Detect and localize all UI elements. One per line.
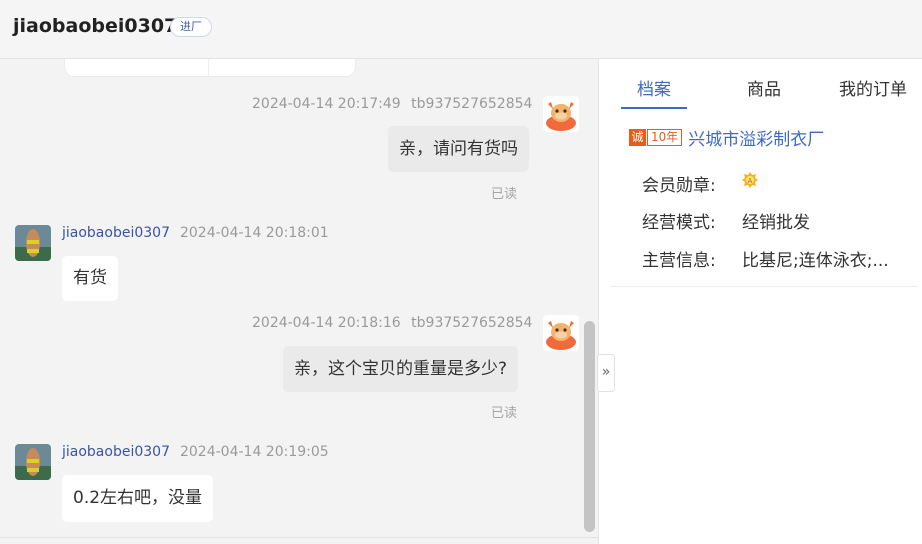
seller-avatar[interactable] — [543, 96, 579, 132]
active-tab-indicator — [621, 107, 687, 109]
message-bubble[interactable]: 有货 — [62, 256, 118, 301]
message-time: 2024-04-14 20:18:01 — [179, 225, 329, 241]
message-meta: 2024-04-14 20:18:16 tb937527652854 — [252, 315, 532, 331]
cow-avatar-icon — [543, 96, 579, 132]
message-bubble[interactable]: 亲，这个宝贝的重量是多少? — [283, 346, 519, 392]
shop-name-link[interactable]: 兴城市溢彩制衣厂 — [688, 130, 824, 150]
message-bubble[interactable]: 亲，请问有货吗 — [388, 126, 529, 172]
read-status: 已读 — [491, 187, 518, 202]
panel-tabs: 档案 商品 我的订单 — [599, 59, 922, 109]
info-row-main-products: 主营信息: 比基尼;连体泳衣;... — [642, 246, 889, 271]
message-sender: tb937527652854 — [411, 315, 533, 331]
info-panel: 档案 商品 我的订单 诚 10年 兴城市溢彩制衣厂 会员勋章: A 经营模式: 经销… — [598, 59, 922, 544]
buyer-avatar[interactable] — [15, 444, 51, 480]
info-label: 会员勋章: — [642, 176, 716, 196]
buyer-avatar[interactable] — [15, 225, 51, 261]
cow-avatar-icon — [543, 315, 579, 351]
info-label: 主营信息: — [642, 251, 716, 271]
info-value: 比基尼;连体泳衣;... — [742, 251, 889, 271]
message-sender: tb937527652854 — [411, 96, 533, 112]
years-badge: 10年 — [647, 129, 683, 146]
message-meta: jiaobaobei0307 2024-04-14 20:18:01 — [62, 225, 329, 241]
message-time: 2024-04-14 20:17:49 — [252, 96, 401, 112]
info-label: 经营模式: — [642, 213, 716, 233]
integrity-badge: 诚 — [629, 129, 646, 146]
message-meta: 2024-04-14 20:17:49 tb937527652854 — [252, 96, 532, 112]
message-time: 2024-04-14 20:18:16 — [252, 315, 401, 331]
medal-icon[interactable]: A — [742, 172, 758, 188]
message-bubble[interactable]: 0.2左右吧，没量 — [62, 475, 214, 522]
divider — [0, 537, 598, 538]
chat-scrollbar[interactable] — [584, 321, 595, 532]
tab-my-orders[interactable]: 我的订单 — [839, 75, 907, 100]
message-meta: jiaobaobei0307 2024-04-14 20:19:05 — [62, 444, 329, 460]
message-sender[interactable]: jiaobaobei0307 — [62, 444, 170, 460]
chat-header: jiaobaobei0307 进厂 — [0, 0, 922, 59]
seller-avatar[interactable] — [543, 315, 579, 351]
info-value: 经销批发 — [742, 213, 810, 233]
divider — [611, 286, 917, 287]
svg-text:A: A — [748, 177, 753, 185]
message-sender[interactable]: jiaobaobei0307 — [62, 225, 170, 241]
tab-products[interactable]: 商品 — [747, 75, 781, 100]
contact-name: jiaobaobei0307 — [13, 15, 178, 37]
message-list[interactable]: 2024-04-14 20:17:49 tb937527652854 亲，请问有… — [0, 59, 598, 544]
info-row-medal: 会员勋章: — [642, 171, 716, 196]
message-time: 2024-04-14 20:19:05 — [179, 444, 329, 460]
shop-info[interactable]: 诚 10年 兴城市溢彩制衣厂 — [629, 125, 824, 150]
read-status: 已读 — [491, 406, 518, 421]
previous-message-card — [64, 59, 356, 77]
tab-profile[interactable]: 档案 — [637, 75, 671, 100]
info-row-business-mode: 经营模式: 经销批发 — [642, 208, 810, 233]
contact-badge[interactable]: 进厂 — [170, 17, 212, 37]
double-chevron-right-icon[interactable]: » — [597, 354, 615, 392]
